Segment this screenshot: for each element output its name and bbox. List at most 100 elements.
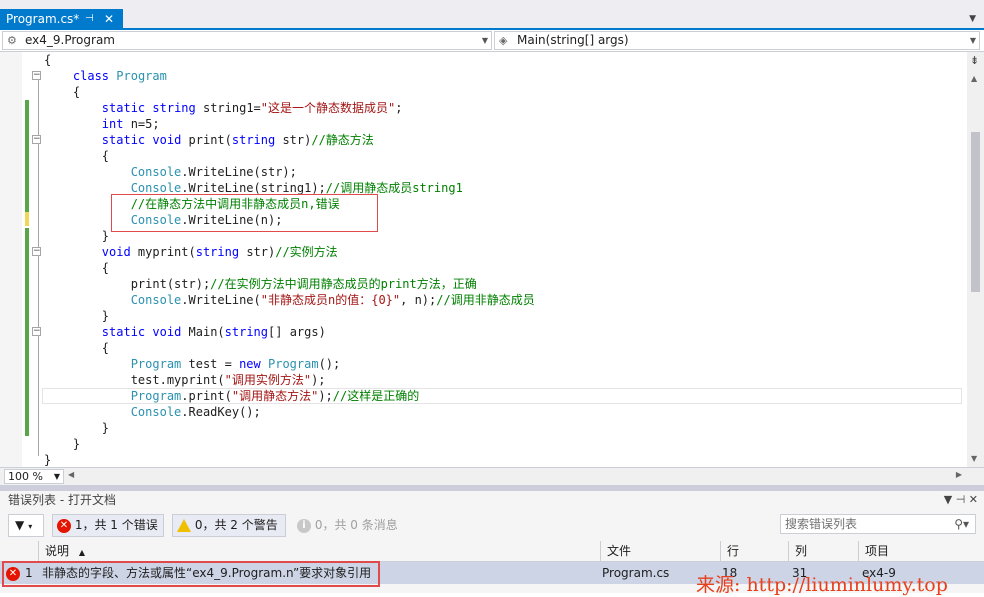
search-placeholder: 搜索错误列表	[785, 517, 858, 531]
code-line[interactable]: }	[44, 420, 109, 436]
code-token: str)	[239, 245, 276, 259]
code-line[interactable]: }	[44, 436, 80, 452]
info-icon: i	[297, 518, 311, 533]
errors-toggle-button[interactable]: ✕ 1，共 1 个错误	[52, 514, 164, 537]
code-token: void	[152, 133, 182, 147]
filter-button[interactable]: ▼ ▾	[8, 514, 44, 537]
code-token: "调用静态方法"	[231, 389, 319, 403]
code-line[interactable]: {	[44, 340, 109, 356]
code-token: int	[101, 117, 124, 131]
chevron-down-icon: ▼	[53, 472, 60, 481]
code-token: void	[101, 245, 131, 259]
pin-icon[interactable]: ⊣	[85, 9, 94, 29]
code-token: string	[195, 245, 240, 259]
scroll-right-icon[interactable]: ▶	[956, 470, 962, 479]
zoom-select[interactable]: 100 % ▼	[4, 469, 64, 484]
collapse-toggle[interactable]: −	[32, 247, 41, 256]
code-line[interactable]: Program.print("调用静态方法");//这样是正确的	[44, 388, 420, 404]
chevron-down-icon: ▼	[969, 36, 976, 45]
chevron-down-icon: ▼	[481, 36, 488, 45]
member-dropdown[interactable]: ◈ Main(string[] args) ▼	[494, 31, 980, 50]
code-line[interactable]: {	[44, 148, 109, 164]
error-icon: ✕	[57, 518, 71, 533]
scrollbar-thumb[interactable]	[971, 132, 980, 292]
code-line[interactable]: Console.WriteLine("非静态成员n的值：{0}", n);//调…	[44, 292, 535, 308]
code-line[interactable]: class Program	[44, 68, 167, 84]
code-line[interactable]: Console.WriteLine(str);	[44, 164, 297, 180]
code-line[interactable]: print(str);//在实例方法中调用静态成员的print方法，正确	[44, 276, 477, 292]
code-token: test.myprint(	[44, 373, 225, 387]
close-icon[interactable]: ✕	[104, 9, 114, 29]
code-line[interactable]: }	[44, 308, 109, 324]
error-highlight-box	[111, 194, 378, 232]
column-header-line[interactable]: 行	[720, 541, 788, 562]
code-token: static	[101, 133, 146, 147]
split-handle-icon[interactable]: ⇟	[970, 54, 979, 67]
code-line[interactable]: static string string1="这是一个静态数据成员";	[44, 100, 403, 116]
messages-toggle-button[interactable]: i 0，共 0 条消息	[292, 514, 404, 537]
code-token: [] args)	[268, 325, 326, 339]
class-icon: ⚙	[7, 34, 17, 47]
code-token: string	[231, 133, 276, 147]
collapse-toggle[interactable]: −	[32, 71, 41, 80]
code-token: "调用实例方法"	[224, 373, 312, 387]
code-line[interactable]: int n=5;	[44, 116, 160, 132]
code-token: ;	[395, 101, 403, 115]
column-header-project[interactable]: 项目	[858, 541, 984, 562]
code-line[interactable]: static void Main(string[] args)	[44, 324, 326, 340]
vertical-scrollbar[interactable]: ⇟ ▲ ▼	[967, 52, 984, 467]
code-token: );	[318, 389, 333, 403]
code-line[interactable]: test.myprint("调用实例方法");	[44, 372, 326, 388]
code-token: .WriteLine(	[181, 293, 261, 307]
search-icon: ⚲▾	[954, 517, 969, 531]
tab-title: Program.cs*	[6, 12, 80, 26]
type-dropdown[interactable]: ⚙ ex4_9.Program ▼	[2, 31, 492, 50]
tab-program-cs[interactable]: Program.cs* ⊣ ✕	[0, 9, 123, 29]
code-line[interactable]: }	[44, 228, 109, 244]
row-file: Program.cs	[602, 566, 670, 580]
column-header-column[interactable]: 列	[788, 541, 858, 562]
code-token: Console	[130, 181, 182, 195]
code-token: Console	[130, 165, 182, 179]
scroll-left-icon[interactable]: ◀	[68, 470, 74, 479]
code-line[interactable]: {	[44, 260, 109, 276]
messages-count: 0，共 0 条消息	[314, 518, 398, 532]
pin-icon[interactable]: ⊣	[956, 493, 966, 506]
column-header-file[interactable]: 文件	[600, 541, 720, 562]
scroll-down-icon[interactable]: ▼	[971, 454, 977, 463]
chevron-down-icon[interactable]: ▼	[944, 493, 952, 506]
saved-change-bar	[25, 100, 29, 212]
code-line[interactable]: static void print(string str)//静态方法	[44, 132, 374, 148]
warnings-toggle-button[interactable]: 0，共 2 个警告	[172, 514, 286, 537]
column-header-description[interactable]: 说明 ▲	[38, 541, 600, 562]
collapse-toggle[interactable]: −	[32, 135, 41, 144]
code-token: //调用非静态成员	[436, 293, 535, 307]
code-line[interactable]: void myprint(string str)//实例方法	[44, 244, 338, 260]
collapse-toggle[interactable]: −	[32, 327, 41, 336]
code-token: {	[44, 261, 110, 275]
sort-ascending-icon: ▲	[78, 548, 85, 557]
code-line[interactable]: }	[44, 452, 51, 468]
code-token: .ReadKey();	[181, 405, 261, 419]
close-icon[interactable]: ✕	[969, 493, 978, 506]
type-dropdown-value: ex4_9.Program	[25, 33, 115, 47]
code-token: {	[44, 341, 110, 355]
search-error-list-input[interactable]: 搜索错误列表 ⚲▾	[780, 514, 976, 534]
code-line[interactable]: {	[44, 84, 80, 100]
tab-overflow-chevron-down-icon[interactable]: ▼	[969, 14, 976, 24]
code-token: new	[239, 357, 261, 371]
code-line[interactable]: Console.ReadKey();	[44, 404, 261, 420]
code-editor[interactable]: − − − − { class Program { static string …	[0, 52, 984, 467]
scroll-up-icon[interactable]: ▲	[971, 74, 977, 83]
code-token: static	[101, 325, 146, 339]
code-line[interactable]: Program test = new Program();	[44, 356, 341, 372]
code-token: print(	[181, 133, 232, 147]
code-line[interactable]: {	[44, 52, 51, 68]
